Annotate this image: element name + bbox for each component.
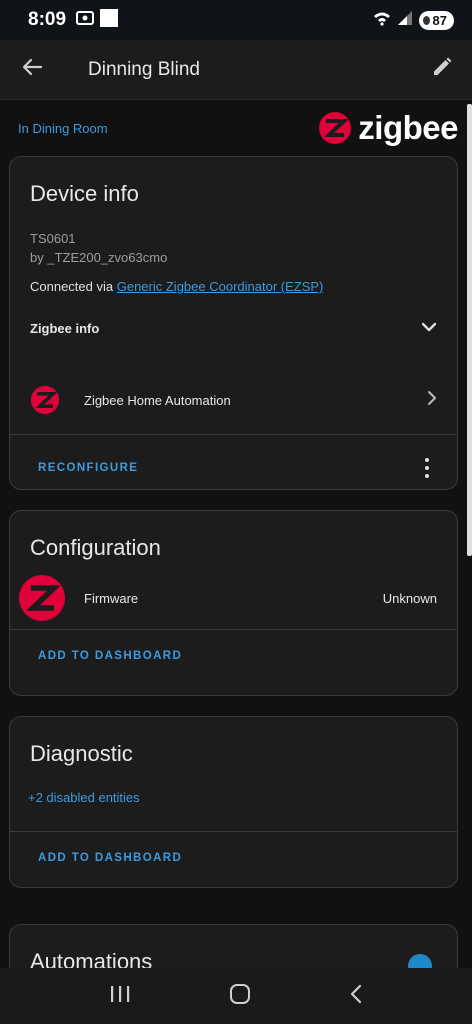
zigbee-info-label: Zigbee info [30, 320, 100, 336]
recents-button[interactable] [109, 985, 131, 1008]
status-time: 8:09 [28, 9, 67, 30]
signal-icon [397, 10, 412, 30]
dots-vertical-icon [425, 458, 429, 462]
page-title: Dinning Blind [88, 58, 200, 80]
status-bar: 8:09 87 [0, 0, 472, 40]
wifi-icon [373, 10, 391, 31]
edit-button[interactable] [412, 40, 472, 100]
diagnostic-card: Diagnostic +2 disabled entities ADD TO D… [9, 716, 458, 888]
home-icon [230, 983, 250, 1004]
configuration-add-to-dashboard-button[interactable]: ADD TO DASHBOARD [38, 650, 182, 662]
scrollbar[interactable] [467, 104, 472, 556]
more-options-button[interactable] [417, 458, 437, 478]
device-info-card: Device info TS0601 by _TZE200_zvo63cmo C… [9, 156, 458, 490]
reconfigure-button[interactable]: RECONFIGURE [38, 462, 138, 474]
screenshot-icon [76, 10, 95, 31]
disabled-entities-link[interactable]: +2 disabled entities [28, 790, 140, 805]
recents-icon [111, 985, 130, 1002]
integration-row[interactable]: Zigbee Home Automation [10, 370, 457, 430]
home-button[interactable] [229, 983, 251, 1010]
automations-card: Automations [9, 924, 458, 968]
zigbee-logo-mark [319, 112, 352, 144]
system-nav-bar [0, 968, 472, 1024]
chevron-down-icon [421, 319, 437, 337]
battery-indicator: 87 [418, 10, 454, 30]
diagnostic-add-to-dashboard-button[interactable]: ADD TO DASHBOARD [38, 852, 182, 864]
zha-icon [30, 385, 60, 415]
device-info-title: Device info [30, 181, 139, 206]
pencil-icon [431, 56, 453, 83]
firmware-entity-row[interactable]: Firmware Unknown [10, 565, 457, 631]
chevron-left-icon [350, 984, 362, 1003]
firmware-label: Firmware [84, 590, 139, 606]
device-model: TS0601 [30, 231, 76, 246]
app-bar: Dinning Blind [0, 40, 472, 100]
back-button[interactable] [0, 40, 64, 100]
diagnostic-title: Diagnostic [30, 741, 133, 766]
configuration-title: Configuration [30, 535, 161, 560]
zigbee-info-expander[interactable]: Zigbee info [10, 306, 457, 350]
coordinator-link[interactable]: Generic Zigbee Coordinator (EZSP) [117, 279, 324, 294]
configuration-card: Configuration Firmware Unknown ADD TO DA… [9, 510, 458, 696]
device-page-content[interactable]: In Dining Room zigbee Device info TS0601… [0, 100, 472, 968]
device-manufacturer: by _TZE200_zvo63cmo [30, 250, 168, 265]
zigbee-logo: zigbee [318, 109, 458, 147]
notification-square-icon [100, 8, 119, 32]
connected-via: Connected via Generic Zigbee Coordinator… [30, 279, 437, 294]
zigbee-wordmark: zigbee [358, 109, 458, 146]
firmware-zigbee-icon [19, 575, 65, 621]
chevron-right-icon [427, 390, 437, 411]
integration-label: Zigbee Home Automation [84, 392, 231, 408]
area-link[interactable]: In Dining Room [18, 121, 108, 136]
arrow-left-icon [21, 56, 43, 83]
automations-title: Automations [30, 949, 153, 968]
system-back-button[interactable] [349, 984, 363, 1009]
connected-via-prefix: Connected via [30, 279, 117, 294]
firmware-state: Unknown [382, 590, 437, 606]
